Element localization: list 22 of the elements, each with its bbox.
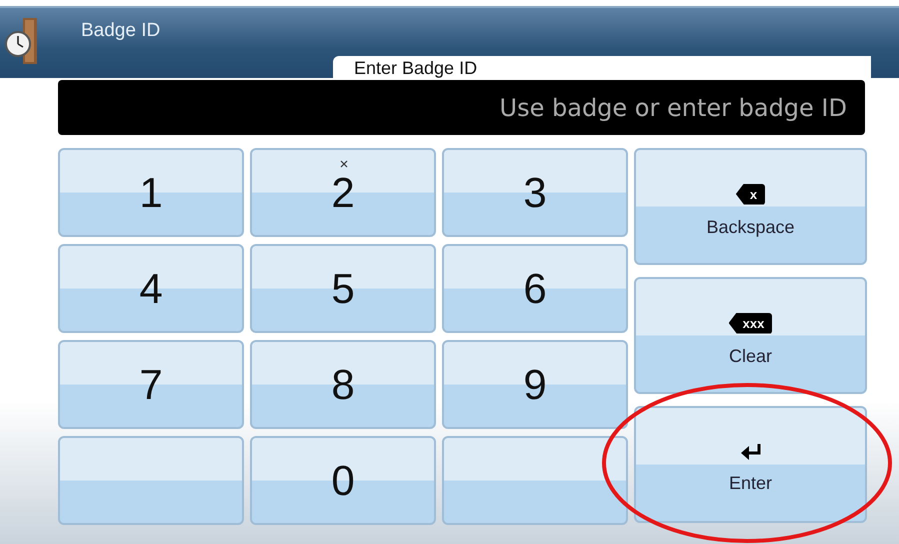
tab[interactable]: Enter Badge ID: [333, 56, 871, 78]
digit-key[interactable]: 1: [58, 148, 244, 237]
digit-key[interactable]: 8: [250, 340, 436, 429]
blank-key[interactable]: [58, 436, 244, 525]
digit-key[interactable]: 3: [442, 148, 628, 237]
blank-key[interactable]: [442, 436, 628, 525]
digit-key[interactable]: 9: [442, 340, 628, 429]
digit-key[interactable]: 6: [442, 244, 628, 333]
digit-key[interactable]: 5: [250, 244, 436, 333]
digit-key[interactable]: 0: [250, 436, 436, 525]
digit-key[interactable]: 2: [250, 148, 436, 237]
enter-icon: [738, 443, 762, 461]
clear-icon: xxx: [728, 312, 772, 334]
backspace-button[interactable]: x Backspace: [634, 148, 867, 265]
clear-button[interactable]: xxx Clear: [634, 277, 867, 394]
cursor-icon: [340, 160, 348, 168]
enter-button[interactable]: Enter: [634, 406, 867, 523]
header-title: Badge ID: [81, 20, 160, 42]
digit-key[interactable]: 4: [58, 244, 244, 333]
badge-id-field[interactable]: Use badge or enter badge ID: [58, 80, 865, 135]
backspace-icon: x: [736, 184, 766, 204]
digit-key[interactable]: 7: [58, 340, 244, 429]
